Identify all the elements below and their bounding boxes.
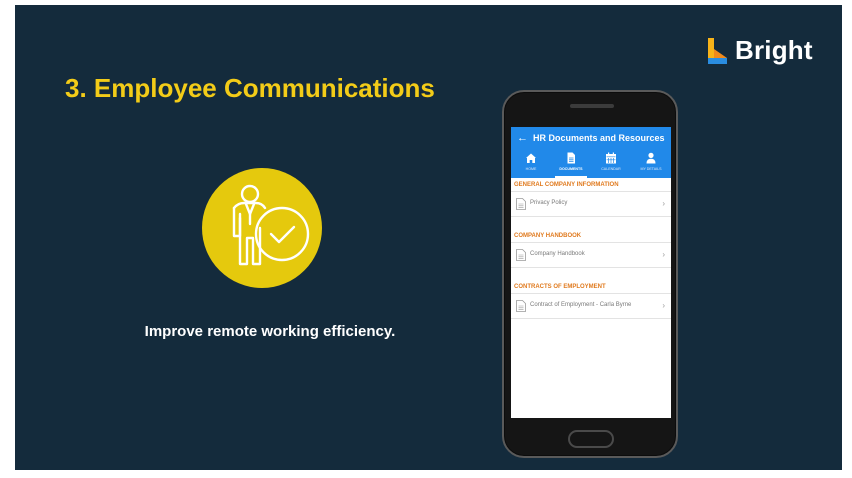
employee-check-icon [202, 168, 322, 288]
bright-logo-icon [705, 37, 729, 65]
list-item-label: Privacy Policy [530, 200, 568, 206]
slide: 3. Employee Communications Bright Improv… [15, 5, 842, 470]
user-icon [646, 152, 656, 164]
section-heading: GENERAL COMPANY INFORMATION [511, 178, 671, 192]
app-header: ← HR Documents and Resources HOME DOCUME… [511, 127, 671, 178]
tab-documents[interactable]: DOCUMENTS [551, 149, 591, 178]
slide-subtitle: Improve remote working efficiency. [144, 323, 396, 340]
document-icon [567, 152, 575, 164]
chevron-right-icon: › [662, 250, 665, 259]
tab-my-details[interactable]: MY DETAILS [631, 149, 671, 178]
phone-home-button[interactable] [568, 430, 614, 448]
section-heading: COMPANY HANDBOOK [511, 229, 671, 243]
home-icon [526, 153, 536, 163]
list-item-company-handbook[interactable]: Company Handbook › [511, 243, 671, 268]
tab-label: DOCUMENTS [559, 167, 583, 171]
list-item-label: Company Handbook [530, 251, 585, 257]
tab-calendar[interactable]: CALENDAR [591, 149, 631, 178]
tab-label: MY DETAILS [640, 167, 662, 171]
list-item-privacy-policy[interactable]: Privacy Policy › [511, 192, 671, 217]
document-icon [516, 198, 526, 210]
section-heading: CONTRACTS OF EMPLOYMENT [511, 280, 671, 294]
list-item-contract[interactable]: Contract of Employment - Carla Byrne › [511, 294, 671, 319]
slide-title: 3. Employee Communications [65, 73, 435, 103]
app-title: HR Documents and Resources [533, 133, 665, 143]
phone-mockup: ← HR Documents and Resources HOME DOCUME… [502, 90, 678, 458]
list-item-label: Contract of Employment - Carla Byrne [530, 302, 632, 308]
calendar-icon [606, 152, 616, 164]
chevron-right-icon: › [662, 301, 665, 310]
brand-name: Bright [735, 35, 813, 65]
arrow-left-icon[interactable]: ← [517, 132, 528, 144]
tab-home[interactable]: HOME [511, 149, 551, 178]
brand-logo: Bright [705, 35, 813, 66]
phone-screen: ← HR Documents and Resources HOME DOCUME… [511, 127, 671, 418]
phone-speaker [570, 104, 614, 108]
document-icon [516, 249, 526, 261]
chevron-right-icon: › [662, 199, 665, 208]
tab-label: CALENDAR [601, 167, 621, 171]
tab-bar: HOME DOCUMENTS CALENDAR MY DETAILS [511, 149, 671, 178]
tab-label: HOME [525, 167, 537, 171]
document-icon [516, 300, 526, 312]
